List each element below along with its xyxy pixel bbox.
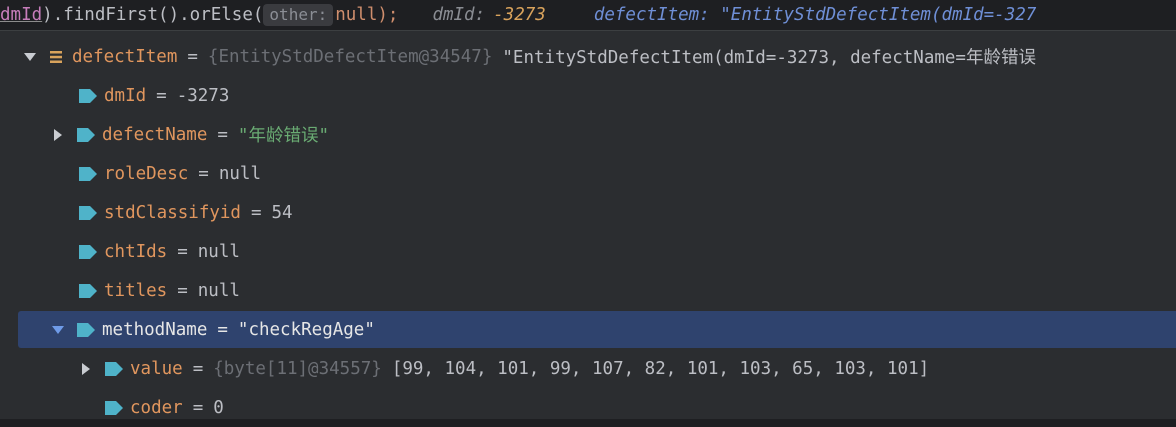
variable-value: [99, 104, 101, 99, 107, 82, 101, 103, 65… (391, 358, 930, 379)
equals-sign: = (217, 124, 228, 145)
tree-row-value[interactable]: value = {byte[11]@34557} [99, 104, 101, 99,… (0, 349, 1176, 388)
equals-sign: = (217, 319, 228, 340)
code-editor-line: dmId).findFirst().orElse(other: null); dmI… (0, 0, 1176, 30)
code-text: ).findFirst().orElse( (42, 5, 264, 25)
parameter-hint: other: (263, 4, 334, 26)
object-reference: {EntityStdDefectItem@34547} (207, 46, 493, 67)
tree-row-chtids[interactable]: chtIds = null (0, 232, 1176, 271)
equals-sign: = (187, 46, 198, 67)
code-keyword-null: null); (335, 5, 399, 25)
variable-name: stdClassifyid (104, 202, 241, 223)
field-tag-icon (78, 166, 98, 182)
variable-value: -3273 (176, 85, 230, 106)
variable-value: null (218, 163, 261, 184)
tree-row-titles[interactable]: titles = null (0, 271, 1176, 310)
field-tag-icon (78, 244, 98, 260)
chevron-right-icon[interactable] (80, 362, 92, 375)
tree-row-roledesc[interactable]: roleDesc = null (0, 154, 1176, 193)
variable-value: null (197, 280, 240, 301)
object-reference: {byte[11]@34557} (213, 358, 382, 379)
tree-row-dmid[interactable]: dmId = -3273 (0, 76, 1176, 115)
tree-row-methodname[interactable]: methodName = "checkRegAge" (0, 310, 1176, 349)
variable-value: "EntityStdDefectItem(dmId=-3273, defectN… (502, 48, 1036, 68)
tree-row-coder[interactable]: coder = 0 (0, 388, 1176, 427)
chevron-down-icon[interactable] (52, 324, 64, 336)
variable-name: methodName (102, 319, 208, 340)
variable-name: defectItem (72, 46, 178, 67)
code-token-dmid[interactable]: dmId (0, 5, 42, 25)
equals-sign: = (192, 358, 204, 379)
field-tag-icon (76, 322, 96, 338)
variable-name: value (130, 358, 183, 379)
variable-value: "年龄错误" (237, 126, 329, 146)
variable-value: 54 (271, 202, 293, 223)
variable-value: null (197, 241, 240, 262)
variable-name: coder (130, 397, 183, 418)
tree-row-stdclassifyid[interactable]: stdClassifyid = 54 (0, 193, 1176, 232)
chevron-right-icon[interactable] (52, 128, 64, 141)
variable-name: dmId (104, 85, 147, 106)
tree-row-defectname[interactable]: defectName = "年龄错误" (0, 115, 1176, 154)
field-tag-icon (78, 283, 98, 299)
variable-name: titles (104, 280, 168, 301)
inline-debug-defectitem: defectItem: "EntityStdDefectItem(dmId=-3… (593, 5, 1037, 25)
field-tag-icon (104, 361, 124, 377)
equals-sign: = (156, 85, 167, 106)
field-tag-icon (78, 88, 98, 104)
list-icon (48, 49, 64, 65)
equals-sign: = (177, 280, 188, 301)
variable-name: chtIds (104, 241, 168, 262)
tree-row-defectitem[interactable]: defectItem = {EntityStdDefectItem@34547} "E… (0, 37, 1176, 76)
equals-sign: = (250, 202, 262, 223)
field-tag-icon (78, 205, 98, 221)
variable-value: 0 (213, 397, 224, 418)
equals-sign: = (198, 163, 209, 184)
chevron-down-icon[interactable] (24, 51, 36, 63)
equals-sign: = (177, 241, 188, 262)
inline-debug-value: -3273 (493, 5, 546, 25)
variable-value: "checkRegAge" (237, 319, 375, 340)
variable-name: defectName (102, 124, 208, 145)
variable-name: roleDesc (104, 163, 189, 184)
inline-debug-label: dmId: (432, 5, 486, 25)
equals-sign: = (192, 397, 204, 418)
field-tag-icon (104, 400, 124, 416)
debugger-variables-tree: defectItem = {EntityStdDefectItem@34547} "E… (0, 30, 1176, 419)
field-tag-icon (76, 127, 96, 143)
